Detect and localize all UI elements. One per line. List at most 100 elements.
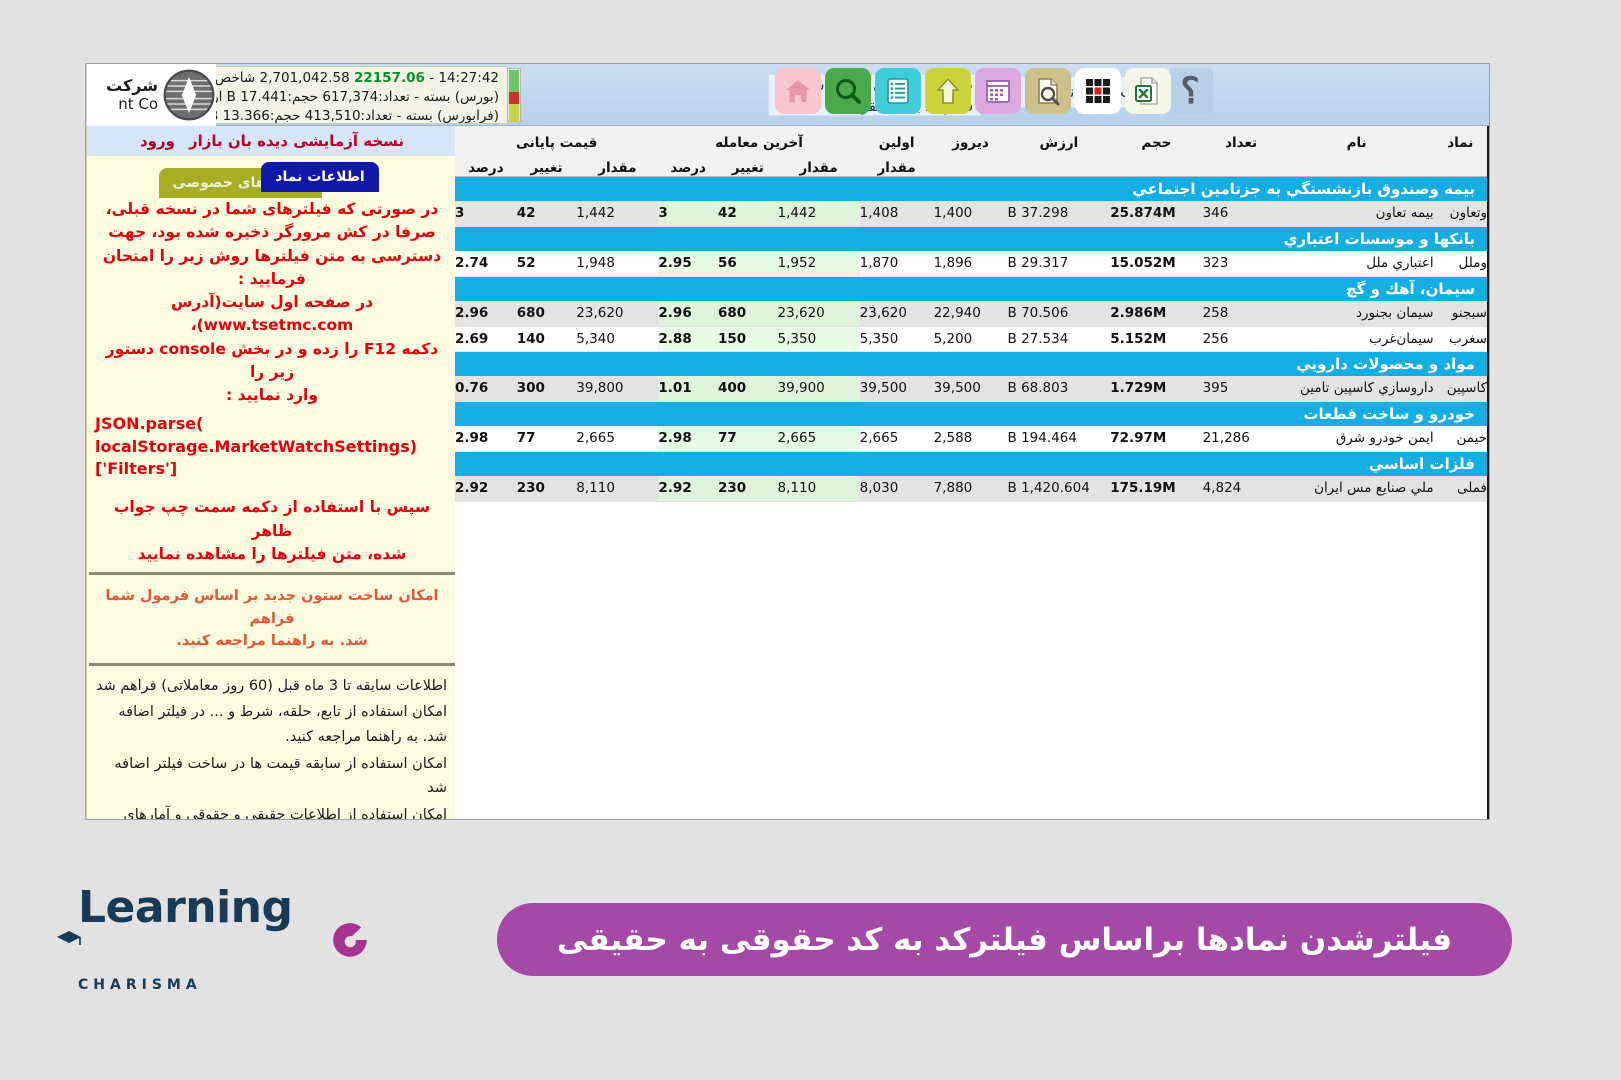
cell-final-amount: 8,110 [576,476,659,502]
calendar-icon[interactable] [975,68,1021,114]
cell-final-percent: 2.98 [455,426,517,452]
grid-icon[interactable] [1075,68,1121,114]
help-icon[interactable]: ؟ [1167,68,1213,114]
index-sparkline [507,68,521,122]
sidebar-tabs: کلاس های خصوصی اطلاعات نماد [87,162,457,198]
cell-symbol: خیمن [1433,426,1487,452]
th-symbol[interactable]: نماد [1433,126,1487,151]
sidebar-header: نسخه آزمایشی دیده بان بازار ورود [87,126,457,156]
table-group-header: خودرو و ساخت قطعات [455,401,1487,426]
th-sub-first-amount[interactable]: مقدار [859,151,934,177]
index-time: 14:27:42 - [429,70,499,86]
notice-line-4: در صفحه اول سایت(آدرس www.tsetmc.com)، [170,293,374,335]
sidebar-title: نسخه آزمایشی دیده بان بازار [188,132,405,150]
th-sub-last-change[interactable]: تغییر [717,151,778,177]
company-logo-icon [163,69,215,121]
cell-last-percent: 2.95 [658,251,718,277]
market-watch-table-container[interactable]: نماد نام تعداد حجم ارزش دیروز اولین آخری… [455,126,1489,819]
cell-final-percent: 3 [455,201,517,227]
group-title: بیمه وصندوق بازنشستگي به جزتامين اجتماعي [455,176,1487,201]
cell-final-amount: 1,442 [576,201,659,227]
cell-volume: 1.729M [1110,376,1203,402]
cell-first: 39,500 [859,376,934,402]
toolbar-icons [775,68,1171,114]
cell-last-amount: 39,900 [777,376,860,402]
cell-yesterday: 2,588 [933,426,1008,452]
th-sub-final-amount[interactable]: مقدار [576,151,659,177]
changelog-item-2: امکان استفاده از سابقه قیمت ها در ساخت ف… [114,755,447,797]
th-value[interactable]: ارزش [1007,126,1111,151]
th-name[interactable]: نام [1279,126,1434,151]
cell-last-amount: 8,110 [777,476,860,502]
th-final-price[interactable]: قیمت پایانی [455,126,659,151]
th-volume[interactable]: حجم [1110,126,1203,151]
cell-name: داروسازي كاسپين تامين [1279,376,1434,402]
cell-final-amount: 39,800 [576,376,659,402]
cell-value: 68.803 B [1007,376,1111,402]
cell-final-amount: 23,620 [576,301,659,327]
cell-first: 5,350 [859,326,934,352]
th-count[interactable]: تعداد [1202,126,1280,151]
cell-symbol: فملی [1433,476,1487,502]
cell-first: 1,870 [859,251,934,277]
logo-primary-text: Learning [57,885,310,973]
list-view-icon[interactable] [875,68,921,114]
divider-1 [89,572,455,576]
cell-name: ایمن خودرو شرق [1279,426,1434,452]
changelog-item-1: امکان استفاده از تابع، حلقه، شرط و ... د… [118,704,447,745]
home-icon[interactable] [775,68,821,114]
table-row[interactable]: فملی ملي صنایع مس ایران 4,824 175.19M 1,420.… [455,476,1487,502]
table-row[interactable]: وملل اعتباري ملل 323 15.052M 29.317 B 1,896 1,… [455,251,1487,277]
notice-line-0: در صورتی که فیلترهای شما در نسخه قبلی، [105,200,439,218]
notice-line-3: فرمایید : [238,269,306,288]
cell-last-percent: 2.96 [658,301,718,327]
th-sub-blank-1 [1433,151,1487,177]
caption-text: فیلترشدن نمادها براساس فیلترکد به کد حقو… [556,921,1453,958]
excel-export-icon[interactable] [1125,68,1171,114]
cell-last-change: 400 [717,376,778,402]
cell-yesterday: 5,200 [933,326,1008,352]
changelog-item-3: امکان استفاده از اطلاعات حقیقی و حقوقی و… [123,806,447,820]
cell-value: 27.534 B [1007,326,1111,352]
group-title: فلزات اساسي [455,451,1487,476]
cell-last-change: 42 [717,201,778,227]
company-brand: شرکت nt Co [86,64,216,126]
th-sub-last-percent[interactable]: درصد [658,151,718,177]
cell-volume: 175.19M [1110,476,1203,502]
upload-arrow-icon[interactable] [925,68,971,114]
index-label: شاخص: [210,70,256,86]
table-row[interactable]: سغرب سیمان‌غرب 256 5.152M 27.534 B 5,200 5,350… [455,326,1487,352]
cell-name: اعتباري ملل [1279,251,1434,277]
logo-secondary-text: CHARISMA [78,977,202,994]
table-row[interactable]: سبجنو سیمان بجنورد 258 2.986M 70.506 B 22,940… [455,301,1487,327]
login-link[interactable]: ورود [140,132,175,150]
document-search-icon[interactable] [1025,68,1071,114]
table-row[interactable]: کاسپین داروسازي كاسپين تامين 395 1.729M 68.8… [455,376,1487,402]
cell-last-amount: 1,952 [777,251,860,277]
index-value: 2,701,042.58 [259,70,350,86]
th-yesterday[interactable]: دیروز [933,126,1008,151]
tab-symbol-info[interactable]: اطلاعات نماد [261,162,379,192]
cell-count: 395 [1202,376,1280,402]
table-row[interactable]: وتعاون بیمه تعاون 346 25.874M 37.298 B 1,400 1… [455,201,1487,227]
table-row[interactable]: خیمن ایمن خودرو شرق 21,286 72.97M 194.464 B2… [455,426,1487,452]
cell-symbol: سغرب [1433,326,1487,352]
group-title: مواد و محصولات دارويي [455,351,1487,376]
cell-volume: 15.052M [1110,251,1203,277]
th-last-trade[interactable]: آخرین معامله [658,126,860,151]
cell-last-amount: 23,620 [777,301,860,327]
th-first[interactable]: اولین [859,126,934,151]
cell-symbol: وتعاون [1433,201,1487,227]
company-name-fa: شرکت [106,76,158,96]
code-line-2: localStorage.MarketWatchSettings)['Filte… [95,436,418,479]
th-sub-last-amount[interactable]: مقدار [777,151,860,177]
th-sub-blank-4 [1110,151,1203,177]
group-title: بانکها و موسسات اعتباري [455,226,1487,251]
th-sub-final-change[interactable]: تغییر [516,151,577,177]
header-row-sub: مقدار مقدار تغییر درصد مقدار تغییر درصد [455,151,1487,177]
th-sub-final-percent[interactable]: درصد [455,151,517,177]
market-watch-table: نماد نام تعداد حجم ارزش دیروز اولین آخری… [455,126,1487,502]
th-sub-blank-2 [1279,151,1434,177]
search-icon[interactable] [825,68,871,114]
cell-volume: 2.986M [1110,301,1203,327]
